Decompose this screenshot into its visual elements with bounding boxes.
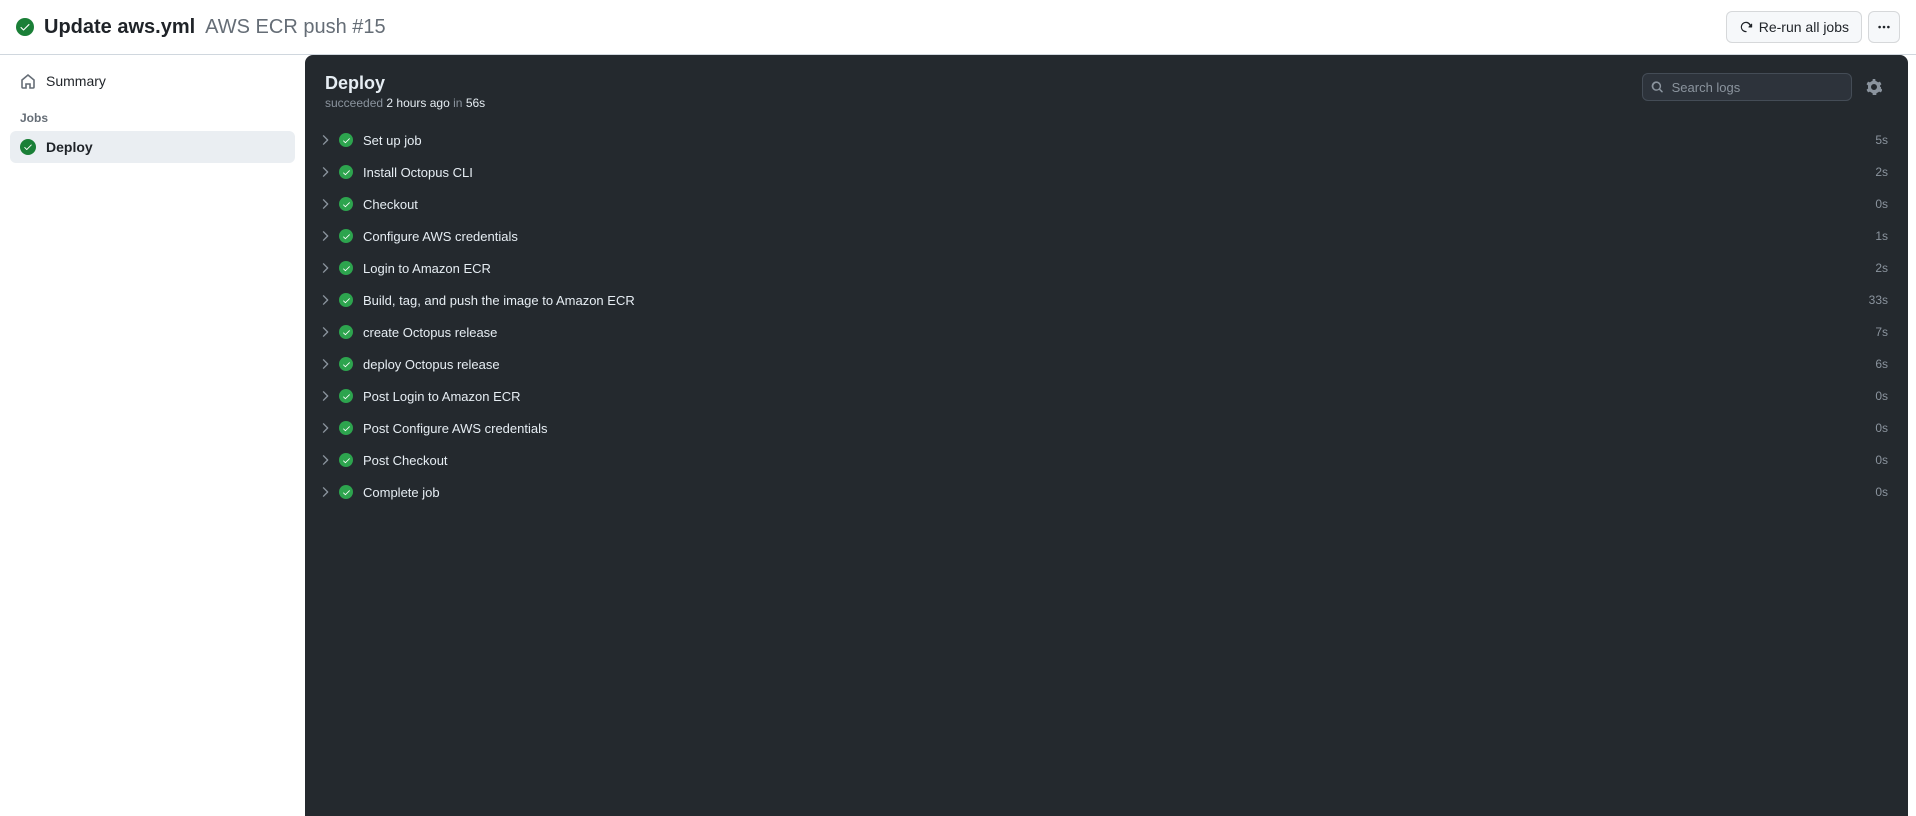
chevron-right-icon [321, 455, 331, 465]
chevron-right-icon [321, 167, 331, 177]
run-title-group: Update aws.yml AWS ECR push #15 [16, 16, 386, 39]
step-row[interactable]: deploy Octopus release6s [313, 348, 1900, 380]
search-logs-input[interactable] [1670, 79, 1843, 96]
step-row[interactable]: Build, tag, and push the image to Amazon… [313, 284, 1900, 316]
step-name: Checkout [363, 197, 1875, 212]
step-row[interactable]: Configure AWS credentials1s [313, 220, 1900, 252]
run-workflow-name: AWS ECR push #15 [205, 16, 385, 39]
step-duration: 6s [1875, 357, 1888, 371]
step-row[interactable]: create Octopus release7s [313, 316, 1900, 348]
chevron-right-icon [321, 391, 331, 401]
search-icon [1651, 80, 1664, 94]
step-row[interactable]: Post Login to Amazon ECR0s [313, 380, 1900, 412]
step-status-success-icon [339, 133, 353, 147]
step-status-success-icon [339, 165, 353, 179]
sidebar-job-label: Deploy [46, 139, 93, 155]
step-duration: 7s [1875, 325, 1888, 339]
step-duration: 2s [1875, 165, 1888, 179]
chevron-right-icon [321, 327, 331, 337]
chevron-right-icon [321, 199, 331, 209]
step-row[interactable]: Checkout0s [313, 188, 1900, 220]
layout: Summary Jobs Deploy Deploy succeeded 2 h… [0, 55, 1916, 816]
job-subtitle: succeeded 2 hours ago in 56s [325, 96, 485, 110]
step-status-success-icon [339, 293, 353, 307]
step-duration: 0s [1875, 197, 1888, 211]
step-name: Set up job [363, 133, 1875, 148]
step-status-success-icon [339, 325, 353, 339]
step-status-success-icon [339, 485, 353, 499]
chevron-right-icon [321, 263, 331, 273]
job-panel-header: Deploy succeeded 2 hours ago in 56s [305, 55, 1908, 120]
step-status-success-icon [339, 453, 353, 467]
step-duration: 0s [1875, 389, 1888, 403]
chevron-right-icon [321, 295, 331, 305]
search-logs-wrapper[interactable] [1642, 73, 1852, 101]
step-name: Complete job [363, 485, 1875, 500]
step-duration: 5s [1875, 133, 1888, 147]
kebab-horizontal-icon [1877, 19, 1891, 35]
chevron-right-icon [321, 231, 331, 241]
step-duration: 0s [1875, 453, 1888, 467]
step-duration: 2s [1875, 261, 1888, 275]
topbar: Update aws.yml AWS ECR push #15 Re-run a… [0, 0, 1916, 55]
job-status-success-icon [20, 139, 36, 155]
step-name: deploy Octopus release [363, 357, 1875, 372]
step-name: Configure AWS credentials [363, 229, 1875, 244]
sync-icon [1739, 20, 1753, 34]
step-row[interactable]: Login to Amazon ECR2s [313, 252, 1900, 284]
run-status-success-icon [16, 18, 34, 36]
step-name: Login to Amazon ECR [363, 261, 1875, 276]
job-panel-tools [1642, 73, 1888, 101]
step-status-success-icon [339, 197, 353, 211]
run-more-actions-button[interactable] [1868, 11, 1900, 43]
step-duration: 0s [1875, 485, 1888, 499]
step-row[interactable]: Complete job0s [313, 476, 1900, 508]
step-row[interactable]: Install Octopus CLI2s [313, 156, 1900, 188]
step-row[interactable]: Set up job5s [313, 124, 1900, 156]
step-row[interactable]: Post Checkout0s [313, 444, 1900, 476]
chevron-right-icon [321, 359, 331, 369]
chevron-right-icon [321, 487, 331, 497]
sidebar: Summary Jobs Deploy [0, 55, 305, 816]
step-name: Post Checkout [363, 453, 1875, 468]
step-duration: 1s [1875, 229, 1888, 243]
steps-list: Set up job5sInstall Octopus CLI2sCheckou… [305, 120, 1908, 512]
step-status-success-icon [339, 421, 353, 435]
step-name: Build, tag, and push the image to Amazon… [363, 293, 1869, 308]
sidebar-job-deploy[interactable]: Deploy [10, 131, 295, 163]
gear-icon [1866, 79, 1882, 95]
step-duration: 33s [1869, 293, 1888, 307]
job-log-panel: Deploy succeeded 2 hours ago in 56s [305, 55, 1908, 816]
topbar-actions: Re-run all jobs [1726, 11, 1900, 43]
chevron-right-icon [321, 135, 331, 145]
log-settings-button[interactable] [1860, 73, 1888, 101]
chevron-right-icon [321, 423, 331, 433]
step-status-success-icon [339, 261, 353, 275]
step-duration: 0s [1875, 421, 1888, 435]
step-status-success-icon [339, 357, 353, 371]
rerun-all-jobs-button[interactable]: Re-run all jobs [1726, 11, 1862, 43]
sidebar-jobs-heading: Jobs [10, 97, 295, 131]
step-row[interactable]: Post Configure AWS credentials0s [313, 412, 1900, 444]
step-name: Post Configure AWS credentials [363, 421, 1875, 436]
step-name: create Octopus release [363, 325, 1875, 340]
step-name: Install Octopus CLI [363, 165, 1875, 180]
job-title: Deploy [325, 73, 485, 94]
sidebar-summary[interactable]: Summary [10, 65, 295, 97]
step-status-success-icon [339, 229, 353, 243]
step-name: Post Login to Amazon ECR [363, 389, 1875, 404]
home-icon [20, 73, 36, 89]
run-title: Update aws.yml [44, 16, 195, 39]
sidebar-summary-label: Summary [46, 73, 106, 89]
step-status-success-icon [339, 389, 353, 403]
